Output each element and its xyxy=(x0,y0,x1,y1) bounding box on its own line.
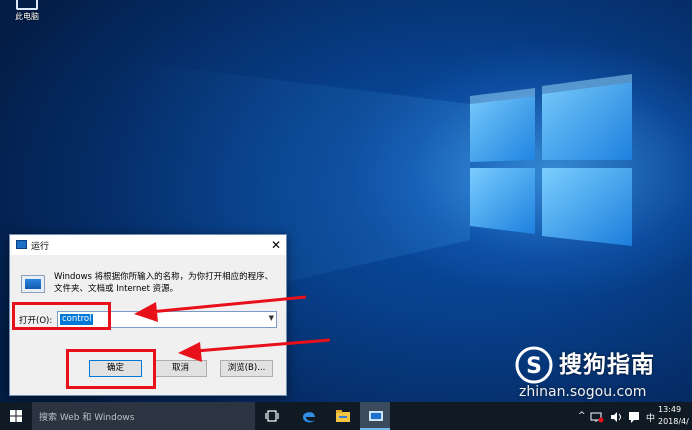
task-view-button[interactable] xyxy=(257,402,287,430)
clock-date: 2018/4/ xyxy=(658,417,689,426)
taskbar-search-placeholder: 搜索 Web 和 Windows xyxy=(39,413,135,423)
ime-indicator[interactable]: 中 xyxy=(646,411,655,424)
watermark-url: zhinan.sogou.com xyxy=(519,384,647,400)
file-explorer-icon xyxy=(336,410,350,422)
taskbar: 搜索 Web 和 Windows ^ 中 13:49 2018/4/ xyxy=(0,402,692,430)
file-explorer-button[interactable] xyxy=(327,402,357,430)
action-center-icon[interactable] xyxy=(628,411,640,423)
taskbar-search-input[interactable]: 搜索 Web 和 Windows xyxy=(32,402,255,430)
sogou-logo-letter: S xyxy=(526,354,542,379)
clock-time: 13:49 xyxy=(658,405,682,414)
start-button[interactable] xyxy=(0,402,32,430)
windows-start-icon xyxy=(10,410,22,422)
edge-icon xyxy=(303,412,315,423)
tray-chevron-up-icon[interactable]: ^ xyxy=(578,411,586,421)
run-app-icon xyxy=(369,411,383,421)
run-taskbar-button[interactable] xyxy=(360,402,390,430)
edge-button[interactable] xyxy=(293,402,323,430)
annotation-arrow-ok xyxy=(178,338,331,362)
sogou-logo-icon: S xyxy=(515,346,553,384)
annotation-arrow-open xyxy=(134,295,307,322)
watermark-brand: 搜狗指南 xyxy=(559,352,655,378)
task-view-icon xyxy=(265,410,279,422)
taskbar-clock[interactable]: 13:49 2018/4/ xyxy=(658,404,689,428)
volume-icon[interactable] xyxy=(610,411,624,423)
network-icon[interactable] xyxy=(590,411,604,423)
